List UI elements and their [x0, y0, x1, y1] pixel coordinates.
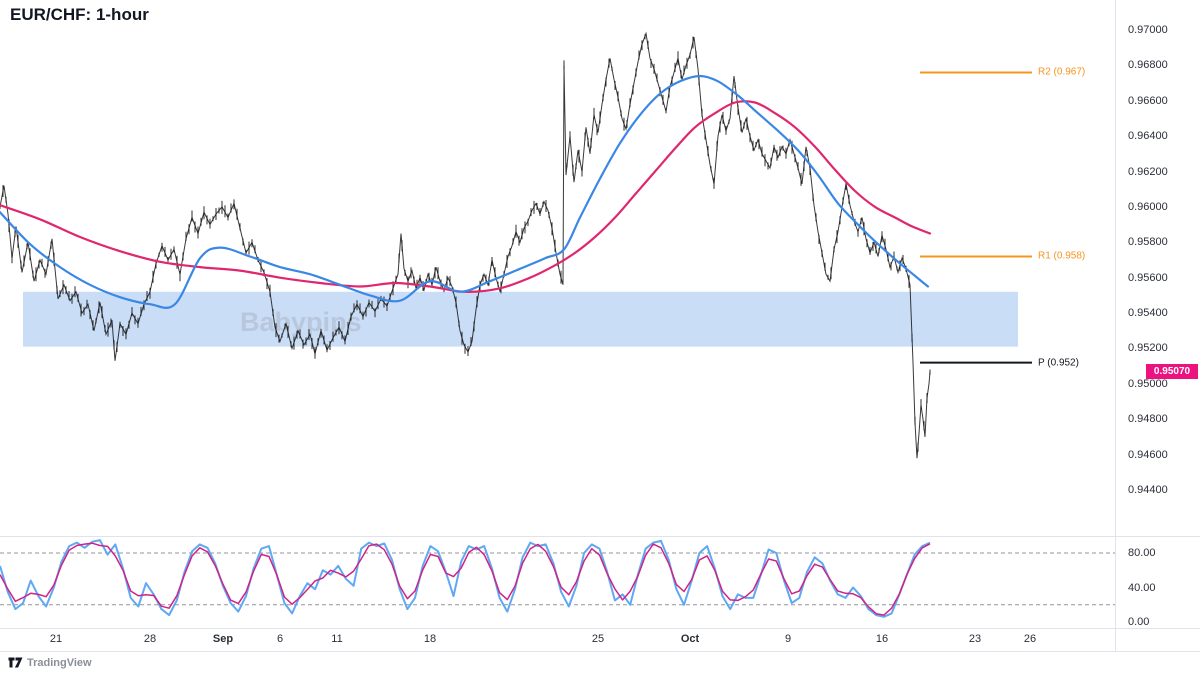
chart-title: EUR/CHF: 1-hour [10, 5, 149, 24]
pivot-r1-label: R1 (0.958) [1038, 250, 1086, 262]
price-tick-label: 0.95800 [1128, 236, 1168, 249]
time-tick-label: 25 [591, 633, 605, 645]
oscillator-tick-label: 40.00 [1128, 581, 1156, 594]
time-tick-label: 26 [1023, 633, 1037, 645]
time-tick-label: 18 [423, 633, 437, 645]
time-tick-label: 9 [784, 633, 792, 645]
price-tick-label: 0.95200 [1128, 342, 1168, 355]
price-chart-svg: Babypips [0, 0, 1200, 652]
price-tick-label: 0.94400 [1128, 484, 1168, 496]
time-tick-label: 21 [49, 633, 63, 645]
time-tick-label: Sep [212, 633, 234, 645]
last-price-badge: 0.95070 [1146, 363, 1198, 379]
price-line [0, 31, 931, 459]
time-tick-label: Oct [680, 633, 700, 645]
time-tick-label: 11 [331, 633, 343, 645]
price-tick-label: 0.95000 [1128, 377, 1168, 390]
tradingview-logo-text: TradingView [27, 656, 92, 669]
tradingview-logo[interactable]: TradingView [8, 656, 92, 669]
ma-slow-line [0, 100, 932, 293]
price-tick-label: 0.96000 [1128, 200, 1168, 213]
time-tick-label: 16 [875, 633, 889, 645]
candlestick-series [0, 34, 931, 452]
babypips-watermark: Babypips [240, 307, 362, 337]
tradingview-logo-icon [8, 657, 23, 668]
price-tick-label: 0.95400 [1128, 307, 1168, 320]
price-tick-label: 0.96600 [1128, 94, 1168, 107]
chart-container: Babypips EUR/CHF: 1-hour 0.97000 0.96800 0… [0, 0, 1200, 675]
oscillator-tick-label: 80.00 [1128, 547, 1156, 559]
price-tick-label: 0.95600 [1128, 271, 1168, 284]
price-tick-label: 0.94600 [1128, 448, 1168, 461]
support-zone [23, 291, 1018, 347]
price-tick-label: 0.96200 [1128, 165, 1168, 178]
time-tick-label: 28 [143, 633, 157, 645]
ma-fast-line [0, 74, 930, 309]
pivot-r2-label: R2 (0.967) [1038, 66, 1086, 78]
price-tick-label: 0.96400 [1128, 130, 1168, 143]
time-tick-label: 6 [276, 633, 284, 645]
pivot-p-label: P (0.952) [1038, 357, 1079, 369]
time-tick-label: 23 [968, 633, 982, 645]
price-tick-label: 0.97000 [1128, 24, 1168, 36]
oscillator-tick-label: 0.00 [1128, 616, 1150, 628]
price-tick-label: 0.96800 [1128, 59, 1168, 72]
price-tick-label: 0.94800 [1128, 413, 1168, 426]
